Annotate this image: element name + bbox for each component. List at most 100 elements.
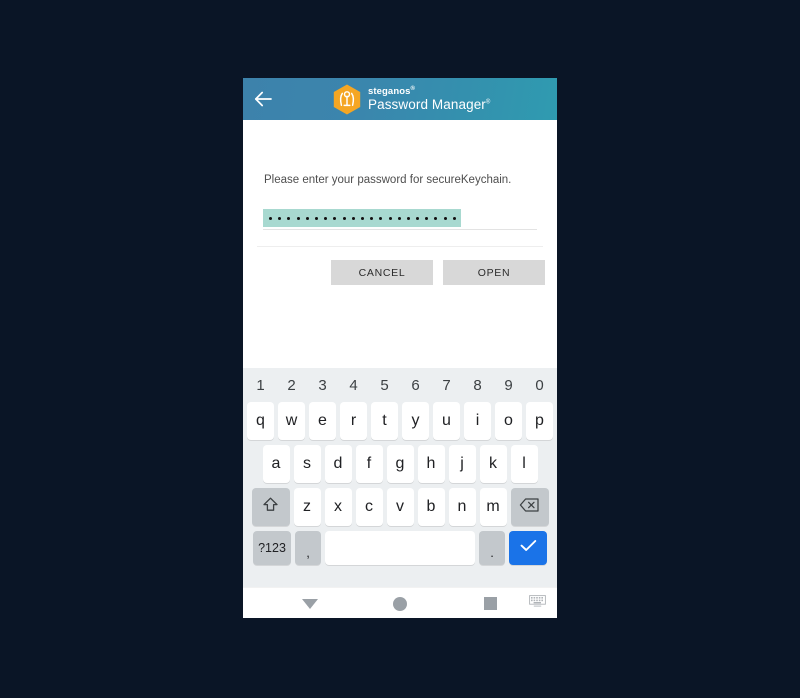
key-r[interactable]: r (340, 402, 367, 440)
enter-key[interactable] (509, 531, 547, 565)
keyboard-row-top: qwertyuiop (246, 402, 554, 440)
password-input[interactable] (263, 209, 461, 227)
dialog-prompt-text: Please enter your password for secureKey… (264, 174, 512, 186)
password-mask-dot (379, 216, 383, 220)
key-q[interactable]: q (247, 402, 274, 440)
key-z[interactable]: z (293, 488, 321, 526)
product-trademark: ® (485, 99, 491, 106)
cancel-button[interactable]: CANCEL (331, 260, 433, 285)
key-t[interactable]: t (371, 402, 398, 440)
key-s[interactable]: s (293, 445, 321, 483)
open-button[interactable]: OPEN (443, 260, 545, 285)
password-mask-dot (416, 216, 420, 220)
nav-home-button[interactable] (382, 588, 418, 618)
password-mask-dot (342, 216, 346, 220)
symbols-key[interactable]: ?123 (253, 531, 291, 565)
password-mask-dot (434, 216, 438, 220)
password-mask-dot (305, 216, 309, 220)
key-e[interactable]: e (309, 402, 336, 440)
key-8[interactable]: 8 (464, 372, 491, 400)
key-x[interactable]: x (324, 488, 352, 526)
key-p[interactable]: p (526, 402, 553, 440)
system-navigation-bar (243, 587, 557, 618)
password-mask-dot (287, 216, 291, 220)
key-o[interactable]: o (495, 402, 522, 440)
shift-arrow-up-icon (262, 496, 279, 518)
key-u[interactable]: u (433, 402, 460, 440)
password-mask-dot (269, 216, 273, 220)
key-9[interactable]: 9 (495, 372, 522, 400)
password-mask-dot (452, 216, 456, 220)
circle-icon (393, 596, 407, 611)
password-mask-dot (425, 216, 429, 220)
key-5[interactable]: 5 (371, 372, 398, 400)
password-mask-dot (278, 216, 282, 220)
key-w[interactable]: w (278, 402, 305, 440)
phone-screen: steganos® Password Manager® Please enter… (243, 78, 557, 618)
keyboard-row-numbers: 1234567890 (246, 372, 554, 400)
password-mask-dot (324, 216, 328, 220)
password-mask-dot (388, 216, 392, 220)
brand-name: steganos® (368, 85, 416, 98)
password-mask-dot (351, 216, 355, 220)
password-mask-dot (333, 216, 337, 220)
key-c[interactable]: c (355, 488, 383, 526)
key-i[interactable]: i (464, 402, 491, 440)
backspace-key[interactable] (510, 488, 549, 526)
brand-text: steganos® Password Manager® (368, 86, 490, 112)
nav-keyboard-switcher-button[interactable] (521, 588, 553, 618)
keyboard-row-home: asdfghjkl (246, 445, 554, 483)
password-underline (263, 229, 537, 230)
key-f[interactable]: f (355, 445, 383, 483)
period-key[interactable]: . (479, 531, 505, 565)
app-header: steganos® Password Manager® (243, 78, 557, 120)
key-0[interactable]: 0 (526, 372, 553, 400)
password-mask-dot (397, 216, 401, 220)
key-n[interactable]: n (448, 488, 476, 526)
key-j[interactable]: j (448, 445, 476, 483)
steganos-hexagon-logo-icon (333, 84, 361, 115)
keyboard-icon (528, 594, 546, 613)
password-dialog: Please enter your password for secureKey… (243, 120, 557, 306)
key-4[interactable]: 4 (340, 372, 367, 400)
nav-back-button[interactable] (292, 588, 328, 618)
key-v[interactable]: v (386, 488, 414, 526)
dialog-divider (257, 246, 543, 247)
key-d[interactable]: d (324, 445, 352, 483)
key-3[interactable]: 3 (309, 372, 336, 400)
key-k[interactable]: k (479, 445, 507, 483)
nav-recents-button[interactable] (472, 588, 508, 618)
key-l[interactable]: l (510, 445, 538, 483)
key-1[interactable]: 1 (247, 372, 274, 400)
backspace-delete-icon (519, 497, 540, 518)
keyboard-row-bottom: ?123 , . (246, 531, 554, 565)
password-mask-dot (315, 216, 319, 220)
brand-trademark: ® (410, 85, 416, 92)
password-mask-dot (406, 216, 410, 220)
comma-key[interactable]: , (295, 531, 321, 565)
key-2[interactable]: 2 (278, 372, 305, 400)
password-mask-dot (443, 216, 447, 220)
arrow-left-icon (254, 91, 273, 107)
brand-product: Password Manager® (368, 96, 491, 112)
password-field[interactable] (263, 208, 537, 232)
key-7[interactable]: 7 (433, 372, 460, 400)
password-mask-dot (296, 216, 300, 220)
key-y[interactable]: y (402, 402, 429, 440)
key-g[interactable]: g (386, 445, 414, 483)
shift-key[interactable] (251, 488, 290, 526)
triangle-down-icon (302, 598, 318, 609)
keyboard-row-bottom-letters: zxcvbnm (246, 488, 554, 526)
key-m[interactable]: m (479, 488, 507, 526)
on-screen-keyboard: 1234567890 qwertyuiop asdfghjkl zxcvbnm (243, 368, 557, 587)
space-key[interactable] (325, 531, 475, 565)
key-h[interactable]: h (417, 445, 445, 483)
square-icon (483, 597, 497, 610)
dialog-actions: CANCEL OPEN (243, 260, 557, 285)
password-mask-dot (360, 216, 364, 220)
key-b[interactable]: b (417, 488, 445, 526)
brand-lockup: steganos® Password Manager® (333, 84, 490, 115)
key-6[interactable]: 6 (402, 372, 429, 400)
key-a[interactable]: a (262, 445, 290, 483)
back-button[interactable] (243, 78, 283, 120)
